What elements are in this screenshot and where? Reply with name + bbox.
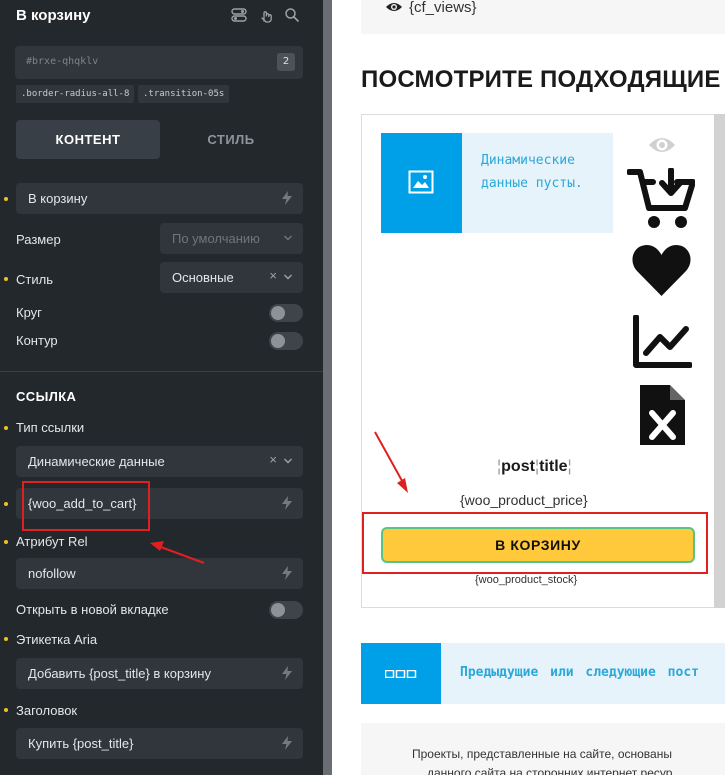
footer-text-line: данного сайта на сторонних интернет ресу…	[427, 766, 673, 775]
title-attr-label: Заголовок	[16, 703, 78, 718]
dynamic-data-icon[interactable]	[281, 191, 293, 205]
next-card-edge	[714, 114, 725, 608]
style-value: Основные	[172, 270, 234, 285]
annotation-arrows	[150, 431, 408, 564]
excel-file-icon[interactable]	[640, 385, 685, 445]
product-stock: {woo_product_stock}	[475, 574, 578, 586]
aria-label-field[interactable]: Добавить {post_title} в корзину	[16, 658, 303, 689]
tab-style[interactable]: СТИЛЬ	[159, 120, 303, 159]
chart-line-icon[interactable]	[632, 315, 692, 369]
image-icon	[408, 170, 434, 194]
eye-icon[interactable]	[648, 133, 676, 157]
section-divider	[0, 371, 323, 372]
clear-icon[interactable]: ×	[269, 268, 277, 283]
cart-download-icon[interactable]	[627, 168, 695, 230]
new-tab-label: Открыть в новой вкладке	[16, 602, 169, 617]
footer-text-line: Проекты, представленные на сайте, основа…	[412, 747, 672, 761]
post-navigation-text: Предыдущие или следующие пост	[460, 665, 699, 680]
circle-label: Круг	[16, 305, 42, 320]
navigation-icon-block	[361, 643, 441, 704]
modified-indicator	[4, 708, 8, 712]
outline-label: Контур	[16, 333, 58, 348]
post-navigation[interactable]: Предыдущие или следующие пост	[361, 643, 725, 704]
heart-icon[interactable]	[631, 243, 692, 297]
modified-indicator	[4, 197, 8, 201]
link-section-title[interactable]: ССЫЛКА	[16, 389, 76, 404]
chevron-down-icon	[284, 235, 292, 241]
circle-toggle[interactable]	[269, 304, 303, 322]
footer-disclaimer: Проекты, представленные на сайте, основа…	[361, 723, 725, 775]
annotation-highlight	[22, 481, 150, 531]
style-select[interactable]: Основные ×	[160, 262, 303, 293]
title-attr-field[interactable]: Купить {post_title}	[16, 728, 303, 759]
aria-label-value: Добавить {post_title} в корзину	[28, 666, 211, 681]
product-title: ¦post¦title¦	[497, 458, 572, 475]
dots-icon	[385, 670, 417, 678]
dynamic-data-icon[interactable]	[281, 666, 293, 680]
product-title-word: title	[539, 458, 568, 475]
new-tab-toggle[interactable]	[269, 601, 303, 619]
modified-indicator	[4, 540, 8, 544]
views-count: {cf_views}	[409, 0, 477, 16]
pointer-icon[interactable]	[258, 7, 274, 23]
dynamic-data-empty-text: Динамические данные пусты.	[481, 153, 583, 191]
element-id-count: 2	[277, 53, 295, 71]
rel-value: nofollow	[28, 566, 76, 581]
dynamic-data-icon[interactable]	[281, 736, 293, 750]
link-type-label: Тип ссылки	[16, 420, 85, 435]
chevron-down-icon	[284, 274, 292, 280]
element-id: #brxe-qhqklv	[26, 56, 99, 67]
style-label: Стиль	[16, 272, 53, 287]
element-id-field[interactable]: #brxe-qhqklv 2	[15, 46, 303, 79]
dynamic-data-empty-notice: Динамические данные пусты.	[462, 133, 613, 233]
modified-indicator	[4, 502, 8, 506]
panel-resizer[interactable]	[323, 0, 332, 775]
search-icon[interactable]	[284, 7, 300, 23]
builder-panel: В корзину #brxe-qhqklv 2 .border-radius-…	[0, 0, 323, 775]
class-chip[interactable]: .transition-05s	[138, 85, 230, 103]
size-label: Размер	[16, 232, 61, 247]
size-select[interactable]: По умолчанию	[160, 223, 303, 254]
class-chip[interactable]: .border-radius-all-8	[16, 85, 135, 103]
product-title-word: post	[501, 458, 535, 475]
title-attr-value: Купить {post_title}	[28, 736, 134, 751]
product-price: {woo_product_price}	[460, 492, 588, 508]
tab-content[interactable]: КОНТЕНТ	[16, 120, 160, 159]
modified-indicator	[4, 277, 8, 281]
outline-toggle[interactable]	[269, 332, 303, 350]
image-placeholder	[381, 133, 462, 233]
toggle-icon[interactable]	[231, 7, 247, 23]
modified-indicator	[4, 637, 8, 641]
button-text-value: В корзину	[28, 191, 88, 206]
rel-label: Атрибут Rel	[16, 534, 88, 549]
button-text-field[interactable]: В корзину	[16, 183, 303, 214]
size-value: По умолчанию	[172, 231, 260, 246]
aria-label-label: Этикетка Aria	[16, 632, 98, 647]
views-bar: {cf_views}	[361, 0, 725, 34]
modified-indicator	[4, 426, 8, 430]
section-heading: ПОСМОТРИТЕ ПОДХОДЯЩИЕ Т	[361, 66, 725, 93]
panel-title: В корзину	[16, 7, 91, 24]
eye-icon	[386, 3, 402, 11]
